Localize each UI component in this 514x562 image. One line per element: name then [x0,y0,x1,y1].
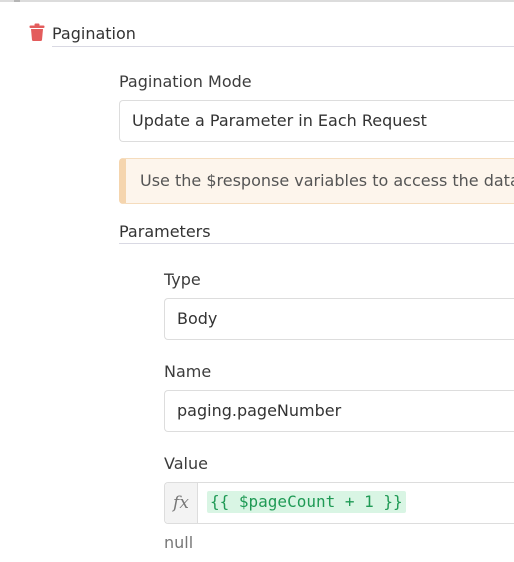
parameters-title: Parameters [119,221,514,244]
name-input[interactable]: paging.pageNumber [164,390,514,432]
pagination-mode-label: Pagination Mode [119,72,252,91]
pagination-mode-select[interactable]: Update a Parameter in Each Request [119,100,514,142]
pagination-section-header: Pagination [29,21,514,47]
top-divider-mark [14,0,20,2]
trash-icon[interactable] [29,23,45,41]
expression-result: null [164,533,194,552]
value-label: Value [164,454,208,473]
top-divider [0,0,514,2]
pagination-section-title: Pagination [52,21,514,47]
type-label: Type [164,270,201,289]
type-select[interactable]: Body [164,298,514,340]
notice-callout: Use the $response variables to access th… [119,158,514,204]
value-expression-input[interactable]: fx {{ $pageCount + 1 }} [164,482,514,524]
name-label: Name [164,362,212,381]
pagination-panel: Pagination Pagination Mode Update a Para… [0,0,514,562]
expression-text: {{ $pageCount + 1 }} [207,491,406,513]
fx-icon[interactable]: fx [165,483,198,523]
